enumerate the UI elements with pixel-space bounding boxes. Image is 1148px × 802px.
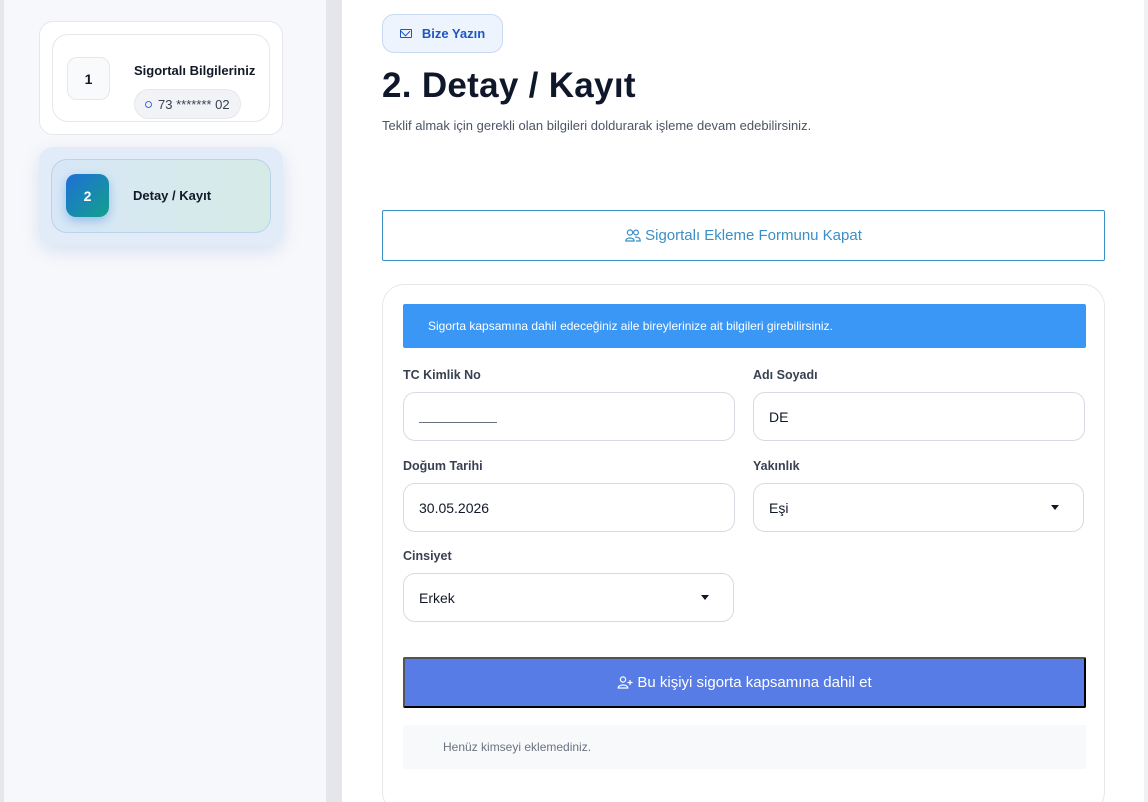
close-insured-form-label: Sigortalı Ekleme Formunu Kapat [645, 227, 862, 244]
gender-select-value: Erkek [419, 589, 455, 606]
users-icon [625, 229, 641, 242]
add-person-button[interactable]: Bu kişiyi sigorta kapsamına dahil et [403, 657, 1086, 708]
tc-input[interactable] [403, 392, 735, 441]
contact-us-label: Bize Yazın [421, 26, 486, 41]
step-card-1-inner: 1 Sigortalı Bilgileriniz 73 ******* 02 [52, 34, 270, 122]
relation-select-value: Eşi [769, 499, 789, 516]
empty-state-message: Henüz kimseyi eklemediniz. [403, 725, 1086, 769]
birth-date-label: Doğum Tarihi [403, 459, 483, 473]
page-title: 2. Detay / Kayıt [382, 66, 636, 105]
add-person-label: Bu kişiyi sigorta kapsamına dahil et [637, 674, 872, 691]
step-number-badge: 2 [66, 174, 109, 217]
birth-date-input[interactable]: 30.05.2026 [403, 483, 735, 532]
panel-divider [326, 0, 342, 802]
masked-id-text: 73 ******* 02 [158, 96, 230, 112]
tc-input-mask [419, 415, 497, 423]
step-card-2-active[interactable]: 2 Detay / Kayıt [39, 147, 283, 245]
insured-form-card: Sigorta kapsamına dahil edeceğiniz aile … [382, 284, 1105, 802]
gender-select[interactable]: Erkek [403, 573, 734, 622]
circle-dot-icon [145, 100, 152, 108]
step-number-badge: 1 [67, 57, 110, 100]
caret-down-icon [701, 595, 709, 600]
step-card-1[interactable]: 1 Sigortalı Bilgileriniz 73 ******* 02 [39, 21, 283, 135]
mail-icon [399, 29, 412, 38]
contact-us-button[interactable]: Bize Yazın [382, 14, 503, 53]
name-input[interactable]: DE [753, 392, 1085, 441]
caret-down-icon [1051, 505, 1059, 510]
step-title: Sigortalı Bilgileriniz [134, 63, 256, 78]
relation-label: Yakınlık [753, 459, 800, 473]
page-subtitle: Teklif almak için gerekli olan bilgileri… [382, 118, 812, 133]
tc-label: TC Kimlik No [403, 368, 481, 382]
name-label: Adı Soyadı [753, 368, 818, 382]
step-title: Detay / Kayıt [133, 188, 212, 203]
relation-select[interactable]: Eşi [753, 483, 1084, 532]
window-edge-right [1144, 0, 1148, 802]
close-insured-form-button[interactable]: Sigortalı Ekleme Formunu Kapat [382, 210, 1105, 261]
step-card-2-inner: 2 Detay / Kayıt [51, 159, 271, 233]
info-banner: Sigorta kapsamına dahil edeceğiniz aile … [403, 304, 1086, 348]
gender-label: Cinsiyet [403, 549, 452, 563]
user-plus-icon [617, 676, 633, 689]
masked-id-pill: 73 ******* 02 [134, 89, 241, 119]
